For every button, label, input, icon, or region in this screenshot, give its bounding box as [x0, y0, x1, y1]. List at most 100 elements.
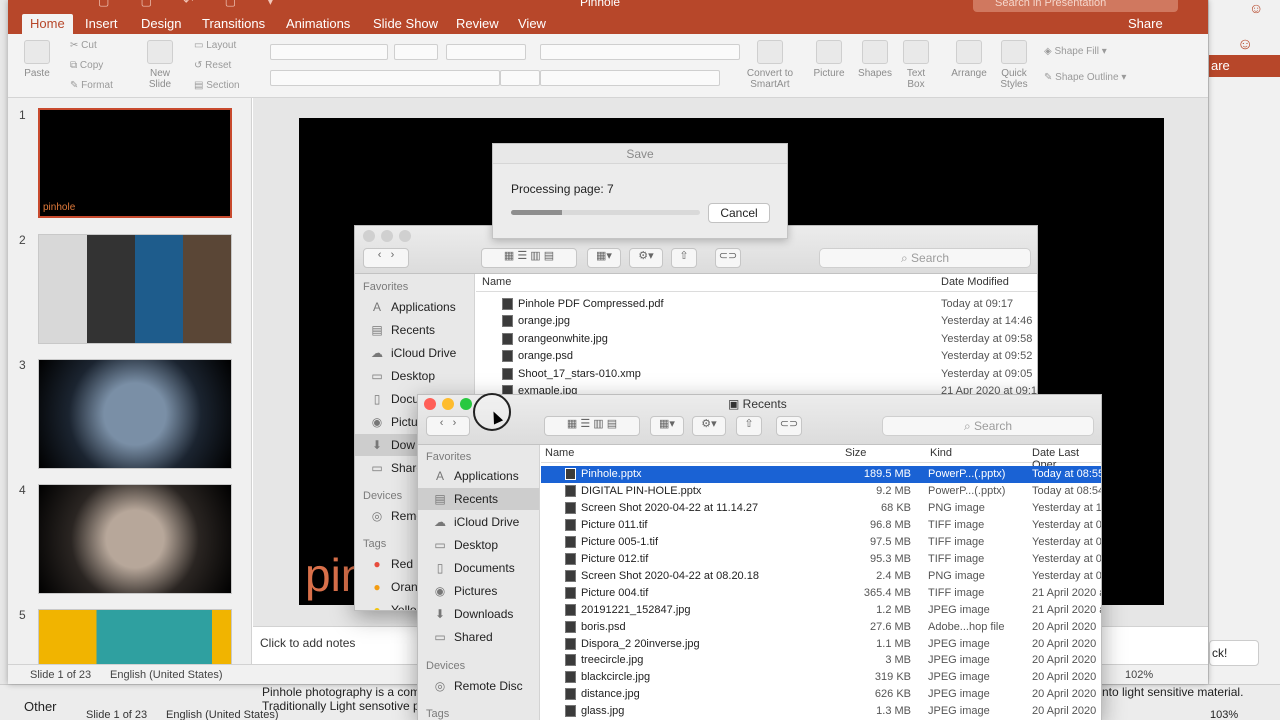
file-row[interactable]: Pinhole PDF Compressed.pdf Today at 09:17: [476, 296, 1037, 313]
sidebar-item-shared[interactable]: ▭ Shared: [418, 626, 539, 648]
file-row[interactable]: boris.psd 27.6 MB Adobe...hop file 20 April…: [541, 619, 1101, 636]
view-mode-buttons[interactable]: ▦ ☰ ▥ ▤: [481, 248, 577, 268]
tab-review[interactable]: Review: [456, 16, 499, 31]
tab-design[interactable]: Design: [141, 16, 181, 31]
column-date-modified[interactable]: Date Modified: [941, 276, 1009, 288]
sidebar-item-desktop[interactable]: ▭ Desktop: [355, 365, 474, 387]
picture-button[interactable]: Picture: [812, 40, 846, 79]
sidebar-item-recents[interactable]: ▤ Recents: [355, 319, 474, 341]
new-slide-button[interactable]: New Slide: [142, 40, 178, 90]
file-row[interactable]: Pinhole.pptx 189.5 MB PowerP...(.pptx) Toda…: [541, 466, 1101, 483]
cancel-button[interactable]: Cancel: [708, 203, 770, 223]
shape-outline-button[interactable]: ✎ Shape Outline ▾: [1044, 72, 1126, 83]
sidebar-item-documents[interactable]: ▯ Documents: [418, 557, 539, 579]
file-row[interactable]: Screen Shot 2020-04-22 at 08.20.18 2.4 MB…: [541, 568, 1101, 585]
column-header[interactable]: Name Date Modified: [476, 274, 1037, 292]
slide-thumbnail-4[interactable]: [38, 484, 232, 594]
slide-thumbnail-5[interactable]: [38, 609, 232, 664]
file-row[interactable]: distance.jpg 626 KB JPEG image 20 April 202…: [541, 686, 1101, 703]
slide-thumbnail-3[interactable]: [38, 359, 232, 469]
font-style-buttons[interactable]: [270, 70, 500, 86]
view-mode-buttons[interactable]: ▦ ☰ ▥ ▤: [544, 416, 640, 436]
sidebar-item-applications[interactable]: A Applications: [355, 296, 474, 318]
tags-button[interactable]: ⊂⊃: [776, 416, 802, 436]
shapes-button[interactable]: Shapes: [856, 40, 894, 79]
quick-access-toolbar[interactable]: ▢ ▢ ↶ ▢ ▾: [98, 0, 287, 8]
copy-button[interactable]: ⧉ Copy: [70, 60, 103, 71]
convert-smartart-button[interactable]: Convert to SmartArt: [744, 40, 796, 90]
paste-button[interactable]: Paste: [22, 40, 52, 79]
file-row[interactable]: blackcircle.jpg 319 KB JPEG image 20 April …: [541, 669, 1101, 686]
group-button[interactable]: ▦▾: [587, 248, 621, 268]
column-kind[interactable]: Kind: [930, 447, 952, 459]
format-painter-button[interactable]: ✎ Format: [70, 80, 113, 91]
zoom-level[interactable]: 103%: [1210, 709, 1238, 720]
paragraph-list-buttons[interactable]: [540, 44, 740, 60]
zoom-button[interactable]: [460, 398, 472, 410]
file-row[interactable]: Picture 004.tif 365.4 MB TIFF image 21 Apri…: [541, 585, 1101, 602]
back-forward-buttons[interactable]: ‹ ›: [363, 248, 409, 268]
tab-home[interactable]: Home: [22, 14, 73, 34]
sidebar-item-icloud[interactable]: ☁ iCloud Drive: [418, 511, 539, 533]
column-header[interactable]: Name Size Kind Date Last Oper: [541, 445, 1101, 471]
file-row[interactable]: Shoot_17_stars-010.xmp Yesterday at 09:05: [476, 366, 1037, 383]
file-row[interactable]: treecircle.jpg 3 MB JPEG image 20 April 202…: [541, 652, 1101, 669]
zoom-level[interactable]: 102%: [1125, 669, 1153, 681]
sidebar-item-icloud[interactable]: ☁ iCloud Drive: [355, 342, 474, 364]
file-row[interactable]: glass.jpg 1.3 MB JPEG image 20 April 2020: [541, 703, 1101, 720]
tab-insert[interactable]: Insert: [85, 16, 118, 31]
slide-thumbnails-pane[interactable]: 1 pinhole 2 3 4 5: [8, 98, 252, 664]
text-box-button[interactable]: Text Box: [902, 40, 930, 90]
font-size-box[interactable]: [394, 44, 438, 60]
action-gear-button[interactable]: ⚙▾: [629, 248, 663, 268]
sidebar-item-applications[interactable]: A Applications: [418, 465, 539, 487]
tab-slide-show[interactable]: Slide Show: [373, 16, 438, 31]
quick-styles-button[interactable]: Quick Styles: [996, 40, 1032, 90]
section-button[interactable]: ▤ Section: [194, 80, 240, 91]
file-row[interactable]: Dispora_2 20inverse.jpg 1.1 MB JPEG image 2…: [541, 636, 1101, 653]
column-size[interactable]: Size: [845, 447, 866, 459]
reset-button[interactable]: ↺ Reset: [194, 60, 231, 71]
search-presentation[interactable]: Search in Presentation: [973, 0, 1178, 12]
file-row[interactable]: Picture 012.tif 95.3 MB TIFF image Yesterda…: [541, 551, 1101, 568]
column-name[interactable]: Name: [482, 276, 511, 288]
tab-transitions[interactable]: Transitions: [202, 16, 265, 31]
action-gear-button[interactable]: ⚙▾: [692, 416, 726, 436]
file-row[interactable]: 20191221_152847.jpg 1.2 MB JPEG image 21 Ap…: [541, 602, 1101, 619]
share-button[interactable]: ⇧: [671, 248, 697, 268]
group-button[interactable]: ▦▾: [650, 416, 684, 436]
font-grow-shrink[interactable]: [446, 44, 526, 60]
share-button[interactable]: Share: [1128, 16, 1163, 31]
status-language[interactable]: English (United States): [110, 669, 223, 681]
file-row[interactable]: orangeonwhite.jpg Yesterday at 09:58: [476, 331, 1037, 348]
share-strip[interactable]: are: [1209, 55, 1280, 77]
file-row[interactable]: orange.psd Yesterday at 09:52: [476, 348, 1037, 365]
tab-view[interactable]: View: [518, 16, 546, 31]
minimize-button[interactable]: [442, 398, 454, 410]
tags-button[interactable]: ⊂⊃: [715, 248, 741, 268]
close-button[interactable]: [424, 398, 436, 410]
file-row[interactable]: DIGITAL PIN-HOLE.pptx 9.2 MB PowerP...(.pp…: [541, 483, 1101, 500]
slide-thumbnail-1[interactable]: pinhole: [38, 108, 232, 218]
font-name-box[interactable]: [270, 44, 388, 60]
slide-thumbnail-2[interactable]: [38, 234, 232, 344]
back-forward-buttons[interactable]: ‹ ›: [426, 416, 470, 436]
sidebar-item-pictures[interactable]: ◉ Pictures: [418, 580, 539, 602]
tab-animations[interactable]: Animations: [286, 16, 350, 31]
layout-button[interactable]: ▭ Layout: [194, 40, 236, 51]
arrange-button[interactable]: Arrange: [950, 40, 988, 79]
sidebar-item-downloads[interactable]: ⬇ Downloads: [418, 603, 539, 625]
minimize-button[interactable]: [381, 230, 393, 242]
search-field[interactable]: ⌕ Search: [819, 248, 1031, 268]
close-button[interactable]: [363, 230, 375, 242]
sidebar-item-recents[interactable]: ▤ Recents: [418, 488, 539, 510]
file-row[interactable]: orange.jpg Yesterday at 14:46: [476, 313, 1037, 330]
share-button[interactable]: ⇧: [736, 416, 762, 436]
cut-button[interactable]: ✂ Cut: [70, 40, 97, 51]
file-row[interactable]: Picture 011.tif 96.8 MB TIFF image Yesterda…: [541, 517, 1101, 534]
font-color-box[interactable]: [500, 70, 540, 86]
sidebar-item-desktop[interactable]: ▭ Desktop: [418, 534, 539, 556]
search-field[interactable]: ⌕ Search: [882, 416, 1094, 436]
zoom-button[interactable]: [399, 230, 411, 242]
column-name[interactable]: Name: [545, 447, 574, 459]
